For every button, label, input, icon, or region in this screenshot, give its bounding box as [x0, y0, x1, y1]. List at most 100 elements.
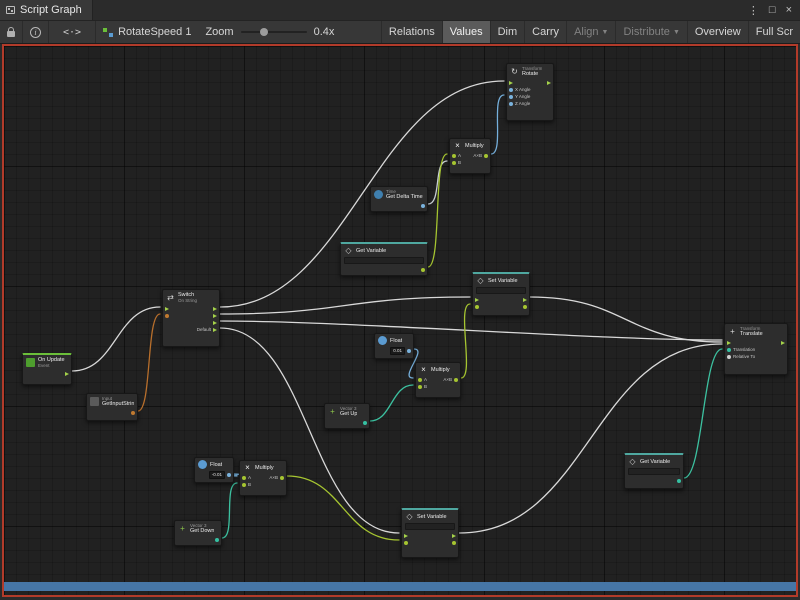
a-b-port[interactable]: A×B [267, 474, 286, 481]
value-port-marker[interactable] [165, 314, 169, 318]
lock-button[interactable] [0, 21, 23, 43]
string-port[interactable] [129, 409, 137, 416]
value-port-marker[interactable] [242, 476, 246, 480]
value-port-marker[interactable] [523, 305, 527, 309]
value-port-marker[interactable] [421, 204, 425, 208]
flow-port[interactable] [63, 370, 71, 377]
node-multiply-3[interactable]: ×MultiplyABA×B [239, 460, 287, 496]
value-port-marker[interactable] [454, 378, 458, 382]
overview-button[interactable]: Overview [687, 21, 748, 43]
value-port-marker[interactable] [475, 305, 479, 309]
flow-port-marker[interactable] [475, 298, 479, 302]
value-port-marker[interactable] [227, 473, 231, 477]
values-button[interactable]: Values [442, 21, 490, 43]
a-port[interactable]: A [450, 152, 463, 159]
y-angle-port[interactable]: Y Angle [507, 93, 533, 100]
variable-name-field[interactable] [344, 257, 424, 264]
flow-port-marker[interactable] [452, 534, 456, 538]
value-port-marker[interactable] [727, 355, 731, 359]
value-port-marker[interactable] [509, 88, 513, 92]
flow-port[interactable] [211, 312, 219, 319]
flow-port[interactable] [450, 532, 458, 539]
flow-port-marker[interactable] [781, 341, 785, 345]
distribute-button[interactable]: Distribute▼ [615, 21, 686, 43]
carry-button[interactable]: Carry [524, 21, 566, 43]
node-rotate[interactable]: ↻TransformRotateX AngleY AngleZ Angle [506, 63, 554, 121]
flow-port[interactable] [779, 339, 787, 346]
node-set-variable-2[interactable]: ◇Set Variable [401, 508, 459, 558]
node-multiply-1[interactable]: ×MultiplyABA×B [449, 138, 491, 174]
a-port[interactable]: A [416, 376, 429, 383]
node-vector3-get-down[interactable]: +Vector 3Get Down [174, 520, 222, 546]
default-port[interactable]: Default [195, 326, 219, 333]
node-on-update[interactable]: On UpdateEvent [22, 353, 72, 385]
flow-port[interactable] [402, 532, 410, 539]
vector-port[interactable] [675, 477, 683, 484]
flow-port-marker[interactable] [509, 81, 513, 85]
flow-port-marker[interactable] [213, 328, 217, 332]
value-port-marker[interactable] [452, 161, 456, 165]
a-b-port[interactable]: A×B [441, 376, 460, 383]
value-port-marker[interactable] [363, 421, 367, 425]
a-port[interactable]: A [240, 474, 253, 481]
x-angle-port[interactable]: X Angle [507, 86, 533, 93]
relative-to-port[interactable]: Relative To [725, 353, 757, 360]
node-switch-on-string[interactable]: ⇄SwitchOn StringDefault [162, 289, 220, 347]
value-port-marker[interactable] [418, 385, 422, 389]
tab-script-graph[interactable]: Script Graph [0, 0, 93, 20]
value-port-marker[interactable] [407, 349, 411, 353]
vector-port[interactable] [213, 536, 221, 543]
value-port-marker[interactable] [404, 541, 408, 545]
value-port-marker[interactable] [215, 538, 219, 542]
node-set-variable-1[interactable]: ◇Set Variable [472, 272, 530, 316]
node-float-1[interactable]: Float0.01 [374, 333, 414, 359]
flow-port-marker[interactable] [727, 341, 731, 345]
b-port[interactable]: B [416, 383, 429, 390]
close-icon[interactable]: × [786, 4, 792, 16]
value-port-marker[interactable] [242, 483, 246, 487]
zoom-slider[interactable] [241, 31, 307, 33]
flow-port-marker[interactable] [523, 298, 527, 302]
flow-port-marker[interactable] [65, 372, 69, 376]
relations-button[interactable]: Relations [381, 21, 442, 43]
b-port[interactable]: B [450, 159, 463, 166]
value-port-marker[interactable] [418, 378, 422, 382]
node-get-delta-time[interactable]: TimeGet Delta Time [370, 186, 428, 212]
translation-port[interactable]: Translation [725, 346, 757, 353]
b-port[interactable]: B [240, 481, 253, 488]
node-get-variable-2[interactable]: ◇Get Variable [624, 453, 684, 489]
breadcrumb-root-button[interactable]: <·> [49, 21, 96, 43]
graph-canvas[interactable]: On UpdateEvent InputGetInputString ⇄Switch… [2, 44, 798, 597]
flow-port[interactable] [211, 305, 219, 312]
node-translate[interactable]: +TransformTranslateTranslationRelative T… [724, 323, 788, 375]
flow-port[interactable] [507, 79, 533, 86]
value-port-marker[interactable] [421, 268, 425, 272]
graph-breadcrumb[interactable]: RotateSpeed 1 [96, 21, 198, 43]
maximize-icon[interactable]: □ [769, 4, 776, 16]
flow-port[interactable] [211, 319, 219, 326]
value-port-marker[interactable] [677, 479, 681, 483]
info-button[interactable]: i [23, 21, 49, 43]
zoom-slider-handle[interactable] [260, 28, 268, 36]
value-port-marker[interactable] [452, 154, 456, 158]
node-vector3-get-up[interactable]: +Vector 3Get Up [324, 403, 370, 429]
-0.01-port[interactable]: -0.01 [207, 471, 233, 478]
align-button[interactable]: Align▼ [566, 21, 615, 43]
menu-icon[interactable]: ⋮ [748, 4, 759, 17]
generic-port[interactable] [450, 539, 458, 546]
string-port[interactable] [163, 312, 171, 319]
value-port-marker[interactable] [484, 154, 488, 158]
generic-port[interactable] [402, 539, 410, 546]
flow-port[interactable] [163, 305, 171, 312]
node-get-input-string[interactable]: InputGetInputString [86, 393, 138, 421]
value-port-marker[interactable] [131, 411, 135, 415]
flow-port-marker[interactable] [404, 534, 408, 538]
value-port-marker[interactable] [452, 541, 456, 545]
generic-port[interactable] [419, 266, 427, 273]
variable-name-field[interactable] [476, 287, 526, 294]
node-get-variable-1[interactable]: ◇Get Variable [340, 242, 428, 276]
flow-port-marker[interactable] [165, 307, 169, 311]
0.01-port[interactable]: 0.01 [388, 347, 413, 354]
value-port-marker[interactable] [509, 95, 513, 99]
flow-port[interactable] [545, 79, 553, 86]
